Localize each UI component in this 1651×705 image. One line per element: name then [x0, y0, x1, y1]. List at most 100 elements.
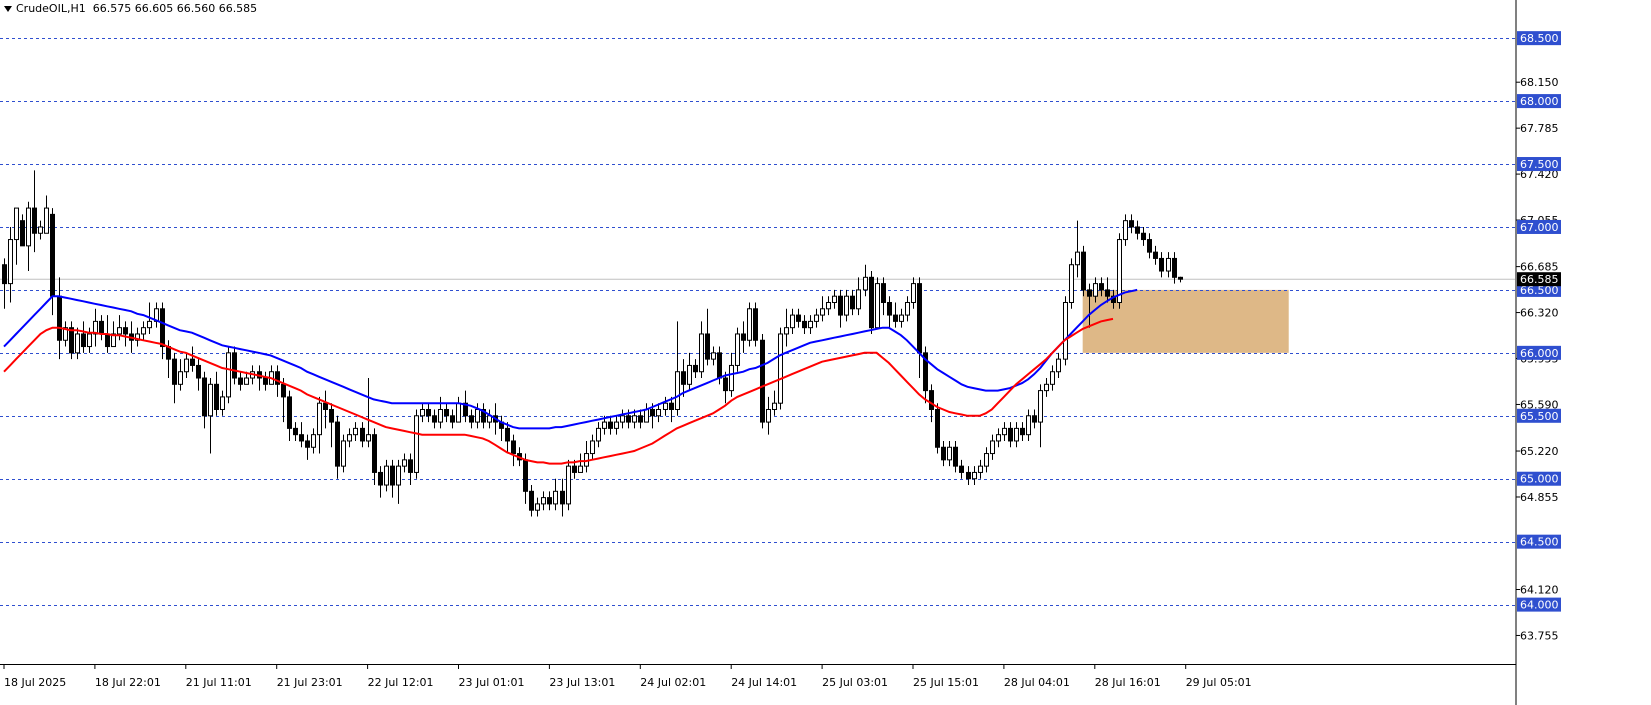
candle-body: [590, 440, 595, 455]
level-label: 64.500: [1520, 536, 1559, 549]
time-tick-label: 28 Jul 16:01: [1095, 676, 1161, 689]
candle-body: [596, 427, 601, 442]
candle-body: [632, 415, 637, 423]
candle-body: [996, 434, 1001, 442]
candle-body: [226, 352, 231, 398]
level-label: 68.000: [1520, 95, 1559, 108]
candle-body: [778, 333, 783, 404]
candle-body: [378, 471, 383, 486]
candle-body: [1135, 226, 1140, 234]
candle-body: [1008, 427, 1013, 442]
candle-body: [553, 490, 558, 505]
candle-body: [796, 314, 801, 322]
time-tick-label: 18 Jul 2025: [4, 676, 66, 689]
dropdown-triangle-icon[interactable]: [4, 6, 12, 12]
candle-body: [711, 352, 716, 360]
candle-body: [1147, 239, 1152, 253]
candle-body: [353, 427, 358, 436]
candle-body: [881, 283, 886, 303]
candle-body: [644, 408, 649, 423]
candle-body: [1093, 283, 1098, 297]
candle-body: [299, 434, 304, 442]
price-tick-label: 63.755: [1520, 629, 1559, 642]
time-tick-label: 29 Jul 05:01: [1186, 676, 1252, 689]
candle-body: [87, 333, 92, 348]
candle-body: [396, 465, 401, 486]
candle-body: [626, 415, 631, 423]
candle-body: [972, 471, 977, 480]
candle-body: [390, 465, 395, 486]
candle-body: [1153, 251, 1158, 259]
candle-body: [747, 308, 752, 341]
candle-body: [978, 465, 983, 473]
candle-body: [832, 295, 837, 303]
level-label: 66.000: [1520, 347, 1559, 360]
candle-body: [505, 427, 510, 442]
candle-body: [232, 352, 237, 379]
price-chart[interactable]: 68.15067.78567.42067.05566.68566.32065.9…: [0, 0, 1651, 705]
candle-body: [1178, 276, 1183, 280]
candle-body: [450, 415, 455, 423]
candle-body: [26, 207, 31, 247]
candle-body: [1026, 415, 1031, 436]
candle-body: [456, 402, 461, 423]
price-tick-label: 66.685: [1520, 261, 1559, 274]
candle-body: [75, 333, 80, 354]
candle-body: [281, 383, 286, 398]
candle-body: [905, 301, 910, 316]
candle-body: [317, 402, 322, 436]
candle-body: [899, 314, 904, 322]
candle-body: [766, 408, 771, 423]
candle-body: [293, 427, 298, 436]
candle-body: [99, 320, 104, 335]
candle-body: [620, 415, 625, 423]
candle-body: [650, 408, 655, 417]
candle-body: [790, 314, 795, 329]
time-tick-label: 23 Jul 13:01: [549, 676, 615, 689]
candle-body: [1032, 415, 1037, 423]
candle-body: [420, 408, 425, 417]
candle-body: [1123, 220, 1128, 241]
time-tick-label: 24 Jul 02:01: [640, 676, 706, 689]
candle-body: [990, 440, 995, 455]
candle-body: [741, 333, 746, 341]
candle-body: [141, 327, 146, 335]
candle-body: [984, 453, 989, 467]
candle-body: [838, 295, 843, 316]
time-tick-label: 25 Jul 15:01: [913, 676, 979, 689]
time-tick-label: 21 Jul 11:01: [186, 676, 252, 689]
candle-body: [372, 434, 377, 473]
candle-body: [329, 408, 334, 423]
candle-body: [935, 408, 940, 448]
candle-body: [826, 301, 831, 310]
candle-body: [1105, 289, 1110, 297]
candle-body: [360, 427, 365, 442]
candle-body: [178, 371, 183, 385]
candle-body: [1087, 289, 1092, 297]
level-label: 67.500: [1520, 158, 1559, 171]
candle-body: [863, 276, 868, 291]
candle-body: [475, 408, 480, 423]
time-tick-label: 21 Jul 23:01: [277, 676, 343, 689]
candle-body: [529, 490, 534, 511]
candle-body: [784, 327, 789, 335]
candle-body: [202, 377, 207, 417]
candle-body: [8, 239, 13, 285]
candle-body: [1069, 264, 1074, 303]
level-label: 65.500: [1520, 410, 1559, 423]
candle-body: [699, 333, 704, 373]
candle-body: [20, 220, 25, 247]
chart-header: CrudeOIL,H1 66.575 66.605 66.560 66.585: [4, 2, 257, 15]
candle-body: [160, 308, 165, 348]
candle-body: [687, 364, 692, 385]
candle-body: [1129, 220, 1134, 228]
time-tick-label: 28 Jul 04:01: [1004, 676, 1070, 689]
candle-body: [917, 283, 922, 354]
candle-body: [2, 264, 7, 285]
candle-body: [244, 377, 249, 385]
candle-body: [705, 333, 710, 360]
level-label: 65.000: [1520, 473, 1559, 486]
candle-body: [814, 314, 819, 322]
candle-body: [602, 421, 607, 429]
candle-body: [32, 207, 37, 234]
